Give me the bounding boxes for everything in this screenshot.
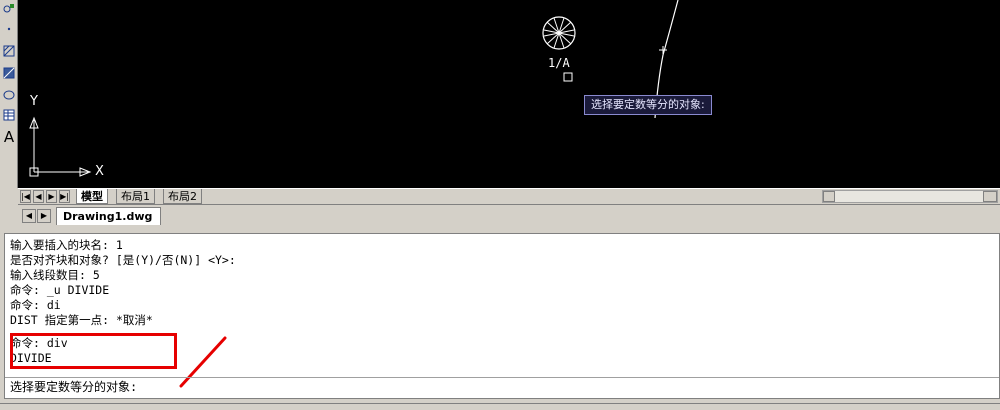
gradient-tool-icon[interactable]	[1, 66, 17, 80]
doc-next-button[interactable]: ▶	[37, 209, 51, 223]
status-bar	[0, 403, 1000, 410]
tab-model[interactable]: 模型	[76, 189, 108, 204]
table-tool-icon[interactable]	[1, 108, 17, 122]
hatch-tool-icon[interactable]	[1, 44, 17, 58]
region-tool-icon[interactable]	[1, 88, 17, 102]
ucs-icon	[29, 116, 92, 177]
command-history-line: 是否对齐块和对象? [是(Y)/否(N)] <Y>:	[10, 253, 236, 267]
layout-tab-bar: |◀ ◀ ▶ ▶| 模型 布局1 布局2	[18, 188, 1000, 204]
command-history-line: DIST 指定第一点: *取消*	[10, 313, 153, 327]
crosshair-cursor-icon	[659, 46, 667, 54]
x-axis-label: X	[95, 164, 104, 179]
y-axis-label: Y	[30, 94, 38, 109]
block-symbol[interactable]	[542, 16, 576, 50]
command-history-line: 输入线段数目: 5	[10, 268, 100, 282]
doc-prev-button[interactable]: ◀	[22, 209, 36, 223]
next-tab-button[interactable]: ▶	[46, 190, 57, 203]
command-input-prompt[interactable]: 选择要定数等分的对象:	[10, 379, 137, 395]
document-tab-bar: ◀ ▶ Drawing1.dwg	[18, 204, 1000, 226]
insertion-point-marker	[563, 72, 573, 82]
last-tab-button[interactable]: ▶|	[59, 190, 70, 203]
point-tool-icon[interactable]	[1, 22, 17, 36]
command-history-line: 命令: di	[10, 298, 61, 312]
dynamic-input-tooltip: 选择要定数等分的对象:	[584, 95, 712, 115]
scroll-left-button[interactable]	[823, 191, 835, 202]
document-tab[interactable]: Drawing1.dwg	[56, 207, 162, 225]
scroll-thumb[interactable]	[983, 191, 997, 202]
tab-layout2[interactable]: 布局2	[163, 189, 202, 204]
draw-toolbar: A	[0, 0, 18, 188]
drawing-canvas[interactable]: 1/A Y X 选择要定数等分的对象:	[18, 0, 1000, 188]
command-window[interactable]: 输入要插入的块名: 1 是否对齐块和对象? [是(Y)/否(N)] <Y>: 输…	[4, 233, 1000, 399]
command-divider	[5, 377, 999, 378]
annotation-arrow-icon	[179, 336, 227, 388]
block-label: 1/A	[548, 56, 570, 70]
multiline-text-tool-icon[interactable]: A	[1, 128, 17, 146]
horizontal-scrollbar[interactable]	[822, 190, 998, 203]
prev-tab-button[interactable]: ◀	[33, 190, 44, 203]
highlight-annotation-box	[10, 333, 177, 369]
tab-layout1[interactable]: 布局1	[116, 189, 155, 204]
command-history-line: 输入要插入的块名: 1	[10, 238, 123, 252]
block-insert-tool-icon[interactable]	[1, 2, 17, 16]
command-history-line: 命令: _u DIVIDE	[10, 283, 110, 297]
model-space	[29, 0, 679, 177]
first-tab-button[interactable]: |◀	[20, 190, 31, 203]
